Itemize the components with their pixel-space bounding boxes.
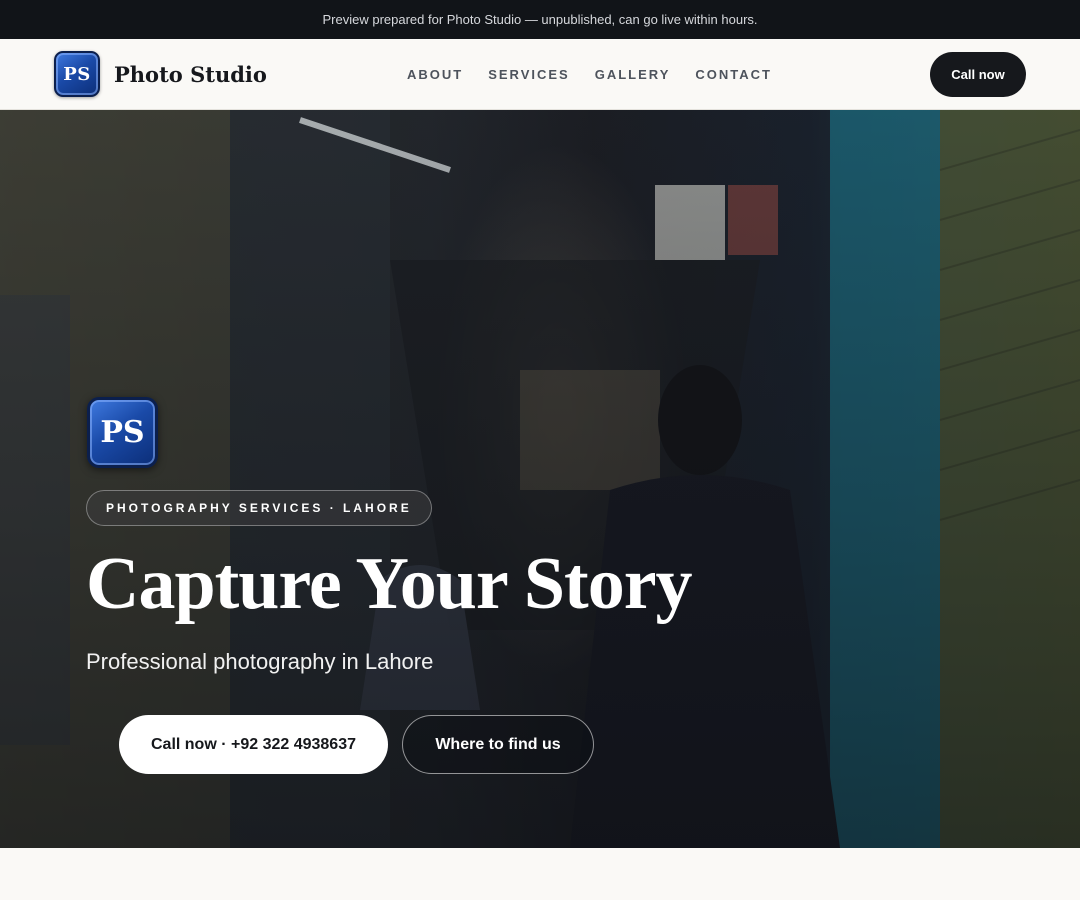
preview-banner: Preview prepared for Photo Studio — unpu…: [0, 0, 1080, 39]
hero-title: Capture Your Story: [86, 543, 693, 625]
hero-location-button[interactable]: Where to find us: [402, 715, 594, 774]
brand[interactable]: PS Photo Studio: [54, 51, 267, 97]
nav-link-about[interactable]: ABOUT: [407, 67, 463, 82]
main-nav: ABOUT SERVICES GALLERY CONTACT: [407, 39, 797, 109]
site-header: PS Photo Studio ABOUT SERVICES GALLERY C…: [0, 39, 1080, 110]
hero-section: PS PHOTOGRAPHY SERVICES · LAHORE Capture…: [0, 110, 1080, 848]
brand-logo-icon: PS: [54, 51, 100, 97]
hero-logo-icon: PS: [87, 397, 158, 468]
preview-banner-text: Preview prepared for Photo Studio — unpu…: [322, 12, 758, 27]
nav-link-services[interactable]: SERVICES: [488, 67, 570, 82]
nav-link-contact[interactable]: CONTACT: [695, 67, 772, 82]
hero-call-button[interactable]: Call now · +92 322 4938637: [119, 715, 388, 774]
hero-category-badge: PHOTOGRAPHY SERVICES · LAHORE: [86, 490, 432, 526]
hero-subtitle: Professional photography in Lahore: [86, 649, 434, 674]
brand-name: Photo Studio: [114, 61, 267, 87]
header-call-button[interactable]: Call now: [930, 52, 1026, 97]
nav-link-gallery[interactable]: GALLERY: [595, 67, 671, 82]
